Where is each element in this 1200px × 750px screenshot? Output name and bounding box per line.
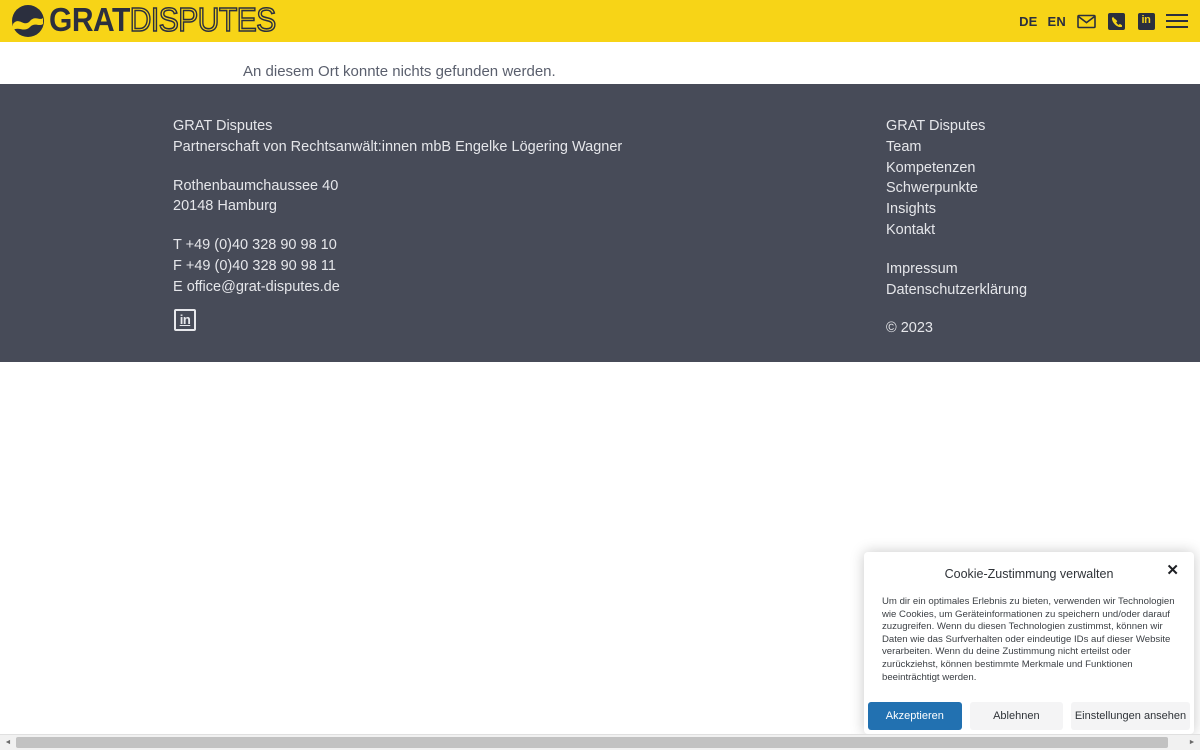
hamburger-bar-2	[1166, 20, 1188, 22]
accept-cookies-button[interactable]: Akzeptieren	[868, 702, 962, 730]
scrollbar-thumb[interactable]	[16, 737, 1168, 748]
footer-column-right: GRAT Disputes Team Kompetenzen Schwerpun…	[886, 116, 1027, 339]
footer-link-kontakt[interactable]: Kontakt	[886, 220, 1027, 241]
not-found-message: An diesem Ort konnte nichts gefunden wer…	[243, 63, 556, 80]
wave-circle-logo-mark	[8, 1, 48, 41]
site-header: GRATDISPUTES DE EN in	[0, 0, 1200, 42]
footer-contact-block: T +49 (0)40 328 90 98 10 F +49 (0)40 328…	[173, 235, 622, 297]
logo-word-primary: GRAT	[49, 2, 130, 39]
close-icon[interactable]: ✕	[1166, 563, 1179, 578]
footer-phone: T +49 (0)40 328 90 98 10	[173, 235, 622, 256]
footer-company-block: GRAT Disputes Partnerschaft von Rechtsan…	[173, 116, 622, 158]
language-en[interactable]: EN	[1048, 14, 1066, 29]
cookie-dialog-body: Um dir ein optimales Erlebnis zu bieten,…	[882, 596, 1176, 684]
scroll-left-arrow-icon[interactable]: ◄	[0, 735, 16, 750]
footer-link-grat-disputes[interactable]: GRAT Disputes	[886, 116, 1027, 137]
footer-link-impressum[interactable]: Impressum	[886, 259, 1027, 280]
logo-wordmark: GRATDISPUTES	[49, 4, 276, 38]
footer-link-insights[interactable]: Insights	[886, 199, 1027, 220]
cookie-dialog-actions: Akzeptieren Ablehnen Einstellungen anseh…	[882, 702, 1176, 730]
hamburger-bar-3	[1166, 26, 1188, 28]
footer-email[interactable]: E office@grat-disputes.de	[173, 277, 622, 298]
deny-cookies-button[interactable]: Ablehnen	[970, 702, 1063, 730]
site-logo[interactable]: GRATDISPUTES	[8, 1, 276, 41]
page-root: GRATDISPUTES DE EN in	[0, 0, 1200, 750]
footer-link-kompetenzen[interactable]: Kompetenzen	[886, 158, 1027, 179]
header-actions: DE EN in	[1019, 1, 1188, 41]
scrollbar-track[interactable]	[16, 735, 1184, 750]
logo-word-secondary: DISPUTES	[130, 2, 276, 39]
linkedin-icon-badge: in	[1138, 13, 1155, 30]
footer-company-name: GRAT Disputes	[173, 116, 622, 137]
footer-link-team[interactable]: Team	[886, 137, 1027, 158]
footer-address-block: Rothenbaumchaussee 40 20148 Hamburg	[173, 176, 622, 218]
footer-social-links: in	[174, 309, 196, 331]
footer-link-schwerpunkte[interactable]: Schwerpunkte	[886, 178, 1027, 199]
footer-nav: GRAT Disputes Team Kompetenzen Schwerpun…	[886, 116, 1027, 241]
horizontal-scrollbar[interactable]: ◄ ►	[0, 734, 1200, 750]
footer-link-datenschutzerklaerung[interactable]: Datenschutzerklärung	[886, 280, 1027, 301]
footer-address-city: 20148 Hamburg	[173, 196, 622, 217]
phone-icon[interactable]	[1106, 11, 1126, 31]
footer-copyright-block: © 2023	[886, 318, 1027, 339]
footer-fax: F +49 (0)40 328 90 98 11	[173, 256, 622, 277]
hamburger-bar-1	[1166, 14, 1188, 16]
main-content: An diesem Ort konnte nichts gefunden wer…	[0, 42, 1200, 84]
cookie-dialog-title: Cookie-Zustimmung verwalten	[876, 567, 1182, 581]
phone-icon-badge	[1108, 13, 1125, 30]
footer-company-legal-form: Partnerschaft von Rechtsanwält:innen mbB…	[173, 137, 622, 158]
site-footer: GRAT Disputes Partnerschaft von Rechtsan…	[0, 84, 1200, 362]
linkedin-icon[interactable]: in	[174, 309, 196, 331]
linkedin-icon[interactable]: in	[1136, 11, 1156, 31]
footer-column-left: GRAT Disputes Partnerschaft von Rechtsan…	[173, 116, 622, 298]
scroll-right-arrow-icon[interactable]: ►	[1184, 735, 1200, 750]
footer-copyright: © 2023	[886, 318, 1027, 339]
footer-legal-nav: Impressum Datenschutzerklärung	[886, 259, 1027, 301]
hamburger-menu-icon[interactable]	[1166, 12, 1188, 30]
mail-icon[interactable]	[1076, 11, 1096, 31]
language-de[interactable]: DE	[1019, 14, 1037, 29]
cookie-settings-button[interactable]: Einstellungen ansehen	[1071, 702, 1190, 730]
cookie-consent-dialog: Cookie-Zustimmung verwalten ✕ Um dir ein…	[864, 552, 1194, 734]
footer-address-street: Rothenbaumchaussee 40	[173, 176, 622, 197]
